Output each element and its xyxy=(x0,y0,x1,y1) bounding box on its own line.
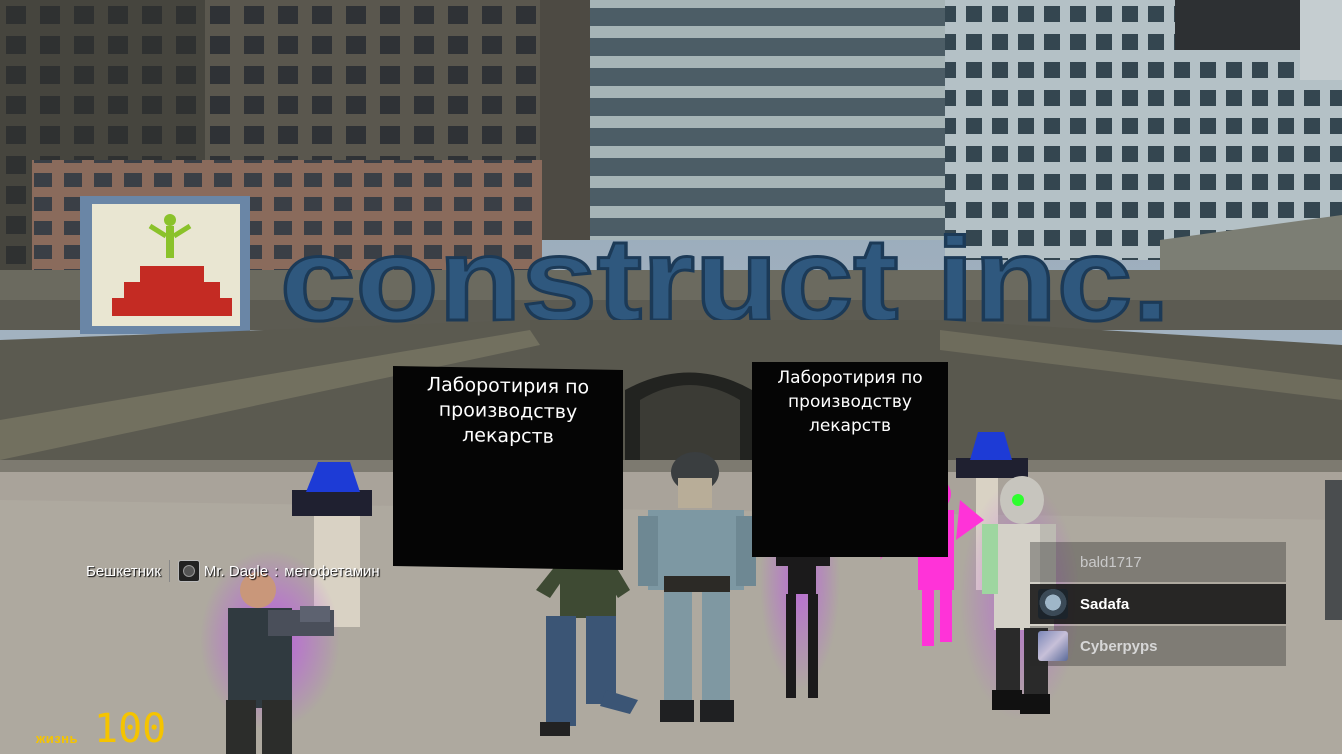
player-name: bald1717 xyxy=(1080,553,1142,571)
health-value: 100 xyxy=(94,706,167,752)
killfeed-message: метофетамин xyxy=(284,562,380,580)
player-row[interactable]: Sadafa xyxy=(1030,584,1286,624)
hud-health: жизнь 100 xyxy=(36,706,166,752)
player-row[interactable]: Cyberpyps xyxy=(1030,626,1286,666)
voice-player-list: bald1717 Sadafa Cyberpyps xyxy=(1030,542,1286,668)
killfeed-separator xyxy=(168,560,170,582)
sign-right-line-3: лекарств xyxy=(808,416,892,436)
lab-sign-right: Лаборотирия по производству лекарств xyxy=(752,362,948,557)
player-row[interactable]: bald1717 xyxy=(1030,542,1286,582)
sign-right-line-1: Лаборотирия по xyxy=(777,368,923,388)
killfeed-victim: Бешкетник xyxy=(86,562,161,580)
lab-sign-left: Лаборотирия по производству лекарств xyxy=(393,365,623,571)
player-avatar-icon xyxy=(1038,547,1068,577)
player-name: Sadafa xyxy=(1080,595,1130,613)
player-avatar-icon xyxy=(1038,631,1068,661)
player-name: Cyberpyps xyxy=(1080,637,1158,655)
billboard-logo-box xyxy=(80,196,250,334)
player-avatar-icon xyxy=(177,560,200,582)
killfeed-player: Mr. Dagle xyxy=(203,562,269,580)
sign-left-line-1: Лаборотирия по xyxy=(426,373,590,399)
player-avatar-icon xyxy=(1038,589,1068,619)
killfeed-colon: : xyxy=(274,562,279,580)
sign-right-line-2: производству xyxy=(788,392,912,412)
health-label: жизнь xyxy=(36,731,79,746)
killfeed: Бешкетник Mr. Dagle : метофетамин xyxy=(86,558,380,584)
sign-left-line-3: лекарств xyxy=(462,424,554,448)
